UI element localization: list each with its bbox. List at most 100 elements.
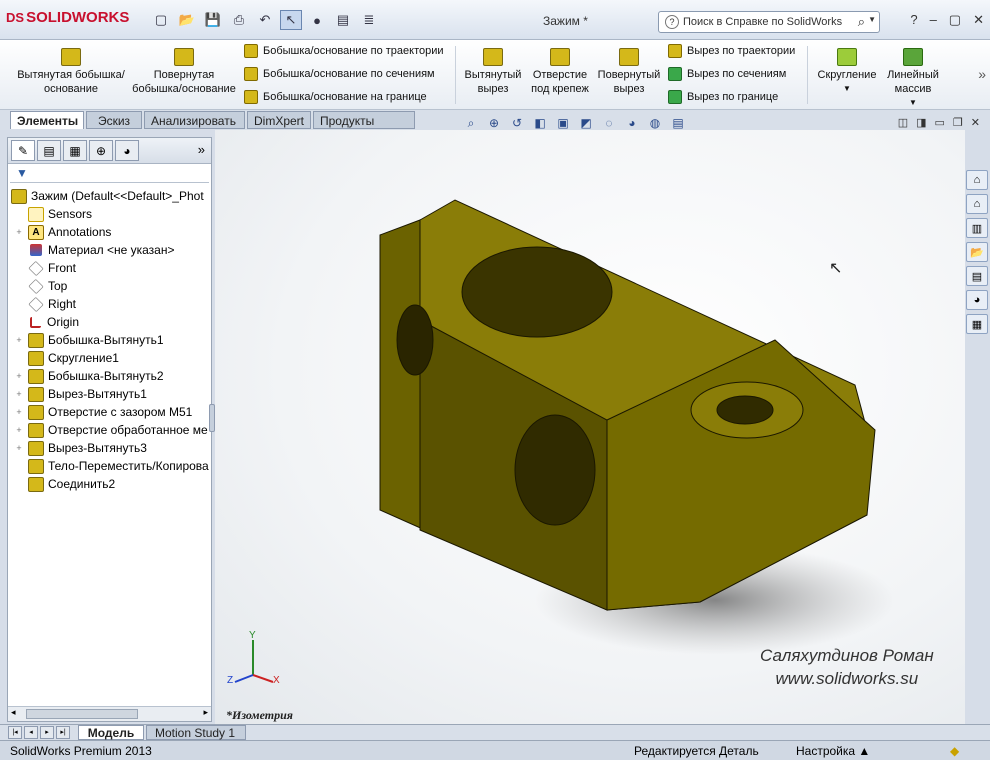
expand-icon[interactable]: + — [14, 425, 24, 435]
restore-icon[interactable]: ❐ — [953, 116, 963, 129]
chevron-down-icon[interactable]: ▼ — [814, 82, 880, 96]
minimize-icon[interactable]: ▭ — [935, 116, 945, 129]
boundary-cut-button[interactable]: Вырез по границе — [668, 90, 778, 104]
settings-dropdown[interactable]: Настройка ▲ — [796, 744, 870, 758]
hole-wizard-button[interactable]: Отверстие под крепеж — [528, 48, 592, 96]
chevron-down-icon[interactable]: ▼ — [868, 15, 876, 24]
minimize-icon[interactable]: – — [930, 12, 937, 28]
zoom-to-area-icon[interactable]: ⊕ — [485, 115, 503, 131]
tree-item[interactable]: + Бобышка-Вытянуть1 — [8, 331, 211, 349]
tree-item[interactable]: Соединить2 — [8, 475, 211, 493]
prev-tab-icon[interactable]: ◂ — [24, 726, 38, 739]
split-view-icon[interactable]: ◫ — [898, 116, 908, 129]
view-orientation-icon[interactable]: ▣ — [554, 115, 572, 131]
undo-icon[interactable]: ↶ — [254, 10, 276, 30]
part-model-render[interactable]: Y X Z — [215, 130, 965, 724]
expand-icon[interactable]: + — [14, 371, 24, 381]
loft-cut-button[interactable]: Вырез по сечениям — [668, 67, 786, 81]
tree-item[interactable]: + A Annotations — [8, 223, 211, 241]
expand-icon[interactable]: + — [14, 227, 24, 237]
scroll-right-icon[interactable]: ▸ — [203, 707, 208, 718]
tree-item[interactable]: + Вырез-Вытянуть1 — [8, 385, 211, 403]
linear-pattern-button[interactable]: Линейный массив ▼ — [882, 48, 944, 110]
chevron-down-icon[interactable]: ▼ — [882, 96, 944, 110]
revolve-boss-button[interactable]: Повернутая бобышка/основание — [130, 48, 238, 96]
tree-item[interactable]: + Отверстие обработанное ме — [8, 421, 211, 439]
previous-view-icon[interactable]: ↺ — [508, 115, 526, 131]
view-palette-icon[interactable]: ▤ — [966, 266, 988, 286]
loft-boss-button[interactable]: Бобышка/основание по сечениям — [244, 67, 435, 81]
tree-item[interactable]: Скругление1 — [8, 349, 211, 367]
close-icon[interactable]: ✕ — [971, 116, 980, 129]
boundary-boss-button[interactable]: Бобышка/основание на границе — [244, 90, 427, 104]
search-icon[interactable]: ⌕ — [858, 14, 865, 30]
custom-properties-icon[interactable]: ▦ — [966, 314, 988, 334]
solidworks-resources-icon[interactable]: ⌂ — [966, 170, 988, 190]
scroll-left-icon[interactable]: ◂ — [11, 707, 16, 718]
options-icon[interactable]: ≣ — [358, 10, 380, 30]
next-tab-icon[interactable]: ▸ — [40, 726, 54, 739]
edit-appearance-icon[interactable]: ◕ — [623, 115, 641, 131]
apply-scene-icon[interactable]: ◍ — [646, 115, 664, 131]
dimxpert-manager-tab-icon[interactable]: ⊕ — [89, 140, 113, 161]
home-icon[interactable]: ⌂ — [966, 194, 988, 214]
tree-root-part[interactable]: Зажим (Default<<Default>_Phot — [8, 187, 211, 205]
expand-icon[interactable]: + — [14, 443, 24, 453]
design-library-icon[interactable]: ▥ — [966, 218, 988, 238]
configuration-manager-tab-icon[interactable]: ▦ — [63, 140, 87, 161]
rebuild-icon[interactable]: ● — [306, 10, 328, 30]
tab-evaluate[interactable]: Анализировать — [144, 111, 245, 129]
hide-show-items-icon[interactable]: ◌ — [600, 115, 618, 131]
first-tab-icon[interactable]: |◂ — [8, 726, 22, 739]
extrude-boss-button[interactable]: Вытянутая бобышка/основание — [16, 48, 126, 96]
swept-cut-button[interactable]: Вырез по траектории — [668, 44, 795, 58]
revolve-cut-button[interactable]: Повернутый вырез — [595, 48, 663, 96]
graphics-viewport[interactable]: Y X Z ↖ — [215, 130, 965, 724]
tree-item[interactable]: Материал <не указан> — [8, 241, 211, 259]
tab-features[interactable]: Элементы — [10, 111, 84, 129]
tab-office-products[interactable]: Продукты Office — [313, 111, 415, 142]
tab-motion-study[interactable]: Motion Study 1 — [146, 725, 246, 740]
zoom-to-fit-icon[interactable]: ⌕ — [462, 115, 480, 131]
fillet-button[interactable]: Скругление ▼ — [814, 48, 880, 96]
property-manager-tab-icon[interactable]: ▤ — [37, 140, 61, 161]
feature-manager-tab-icon[interactable]: ✎ — [11, 140, 35, 161]
tab-sketch[interactable]: Эскиз — [86, 111, 142, 129]
new-document-icon[interactable]: ▢ — [150, 10, 172, 30]
tree-item[interactable]: Top — [8, 277, 211, 295]
tree-item[interactable]: Right — [8, 295, 211, 313]
open-folder-icon[interactable]: 📂 — [176, 10, 198, 30]
tab-dimxpert[interactable]: DimXpert — [247, 111, 311, 129]
extrude-cut-button[interactable]: Вытянутый вырез — [462, 48, 524, 96]
tab-model[interactable]: Модель — [78, 725, 144, 740]
help-icon[interactable]: ? — [910, 12, 917, 28]
tree-item[interactable]: + Вырез-Вытянуть3 — [8, 439, 211, 457]
ribbon-more-icon[interactable]: » — [978, 66, 986, 82]
close-icon[interactable]: ✕ — [973, 12, 984, 28]
horizontal-scrollbar[interactable] — [26, 709, 138, 719]
file-properties-icon[interactable]: ▤ — [332, 10, 354, 30]
appearances-icon[interactable]: ◕ — [966, 290, 988, 310]
expand-icon[interactable]: + — [14, 389, 24, 399]
help-search-input[interactable]: ? Поиск в Справке по SolidWorks ⌕ ▼ — [658, 11, 880, 33]
view-settings-icon[interactable]: ▤ — [669, 115, 687, 131]
expand-icon[interactable]: + — [14, 335, 24, 345]
tree-item[interactable]: Sensors — [8, 205, 211, 223]
save-icon[interactable]: 💾 — [202, 10, 224, 30]
solidworks-logo[interactable]: DS SOLIDWORKS — [6, 9, 129, 26]
expand-icon[interactable]: + — [14, 407, 24, 417]
last-tab-icon[interactable]: ▸| — [56, 726, 70, 739]
tree-filter-input[interactable]: ▼ — [10, 165, 209, 183]
file-explorer-icon[interactable]: 📂 — [966, 242, 988, 262]
select-cursor-icon[interactable]: ↖ — [280, 10, 302, 30]
tag-icon[interactable]: ◆ — [950, 744, 959, 758]
tree-item[interactable]: Тело-Переместить/Копирова — [8, 457, 211, 475]
more-tabs-icon[interactable]: » — [198, 142, 205, 157]
display-manager-tab-icon[interactable]: ◕ — [115, 140, 139, 161]
display-style-icon[interactable]: ◩ — [577, 115, 595, 131]
link-views-icon[interactable]: ◨ — [916, 116, 926, 129]
swept-boss-button[interactable]: Бобышка/основание по траектории — [244, 44, 444, 58]
tree-item[interactable]: + Отверстие с зазором M51 — [8, 403, 211, 421]
section-view-icon[interactable]: ◧ — [531, 115, 549, 131]
tree-item[interactable]: Front — [8, 259, 211, 277]
